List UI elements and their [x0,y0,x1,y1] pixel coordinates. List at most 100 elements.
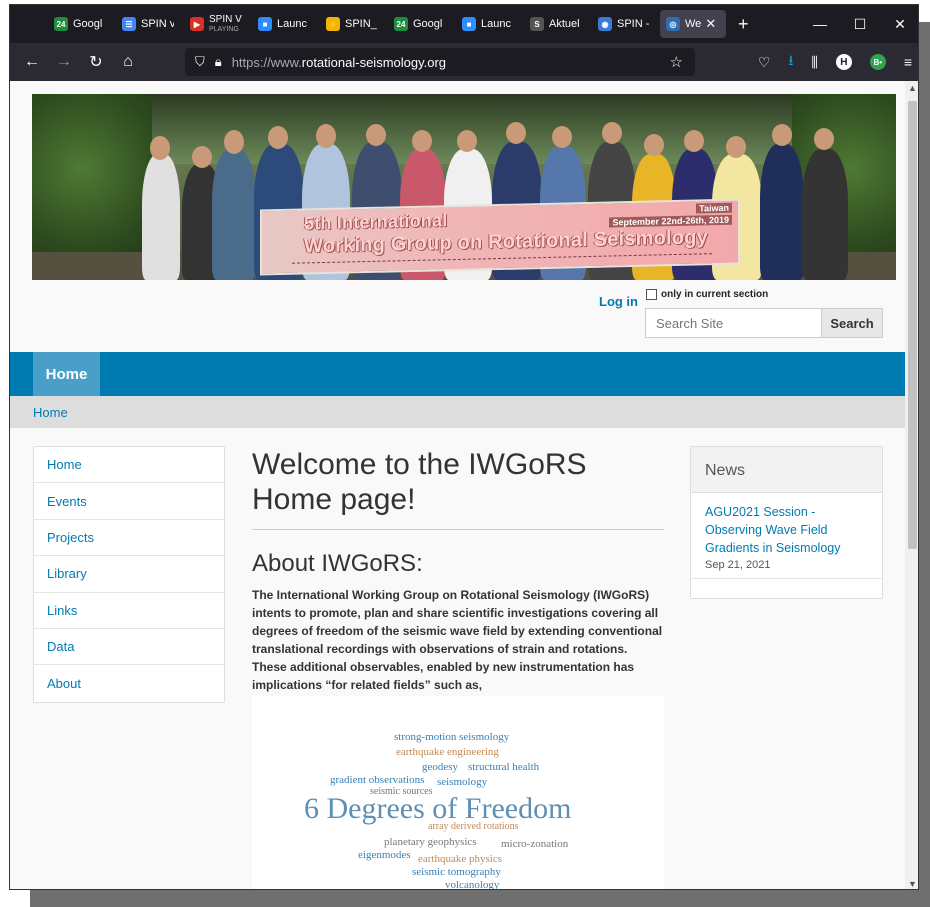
browser-tab[interactable]: 24 Googl [48,10,114,38]
forward-icon[interactable]: → [48,53,80,71]
navigation-toolbar: ← → ↻ ⌂ ⛉ 🔒︎ https://www. rotational-seis… [10,43,918,81]
window-shadow [918,22,930,907]
banner-sign-place: Taiwan [696,202,732,214]
speaker-playing-icon: ▶ [190,17,204,31]
shield-icon[interactable]: ⛉ [195,54,205,70]
only-current-section-label: only in current section [661,289,769,300]
banner-sign-date: September 22nd-26th, 2019 [609,214,732,228]
docs-icon: ☰ [122,17,136,31]
tab-label: SPIN_ [345,18,377,30]
only-current-section-checkbox[interactable] [646,289,657,300]
address-bar[interactable]: ⛉ 🔒︎ https://www. rotational-seismology.o… [185,48,695,76]
search-button[interactable]: Search [821,308,883,338]
breadcrumb: Home [10,396,905,428]
page-scrollbar[interactable]: ▲ ▼ [905,81,918,889]
new-tab-icon[interactable]: + [738,14,749,35]
word-cloud-term: structural health [468,761,540,773]
sidebar-item-home[interactable]: Home [34,447,224,484]
browser-tab[interactable]: 24 Googl [388,10,454,38]
breadcrumb-home[interactable]: Home [33,405,68,420]
extension-b-icon[interactable]: B• [869,54,886,70]
sidebar-item-data[interactable]: Data [34,629,224,666]
tab-strip: 24 Googl ☰ SPIN v ▶ SPIN V PLAYING ■ Launc ⚡ S… [10,5,918,43]
back-icon[interactable]: ← [16,53,48,71]
home-icon[interactable]: ⌂ [112,53,144,71]
tab-label: Aktuel [549,18,580,30]
scrollbar-thumb[interactable] [908,101,917,549]
word-cloud-term: seismology [437,776,488,788]
browser-tab[interactable]: ▶ SPIN V PLAYING [184,10,250,38]
news-item: AGU2021 Session - Observing Wave Field G… [691,493,882,579]
maximize-icon[interactable]: ☐ [840,5,880,43]
tab-label: Googl [413,18,443,30]
bookmark-star-icon[interactable]: ☆ [670,53,683,71]
calendar-icon: 24 [394,17,408,31]
lock-icon[interactable]: 🔒︎ [215,54,222,70]
search-input[interactable] [645,308,822,338]
word-cloud-term: array derived rotations [428,821,519,832]
nav-tab-home[interactable]: Home [33,352,100,396]
news-heading: News [691,447,882,493]
tab-label: SPIN v [141,18,174,30]
browser-tab[interactable]: ■ Launc [456,10,522,38]
sidebar-item-about[interactable]: About [34,665,224,701]
site-icon: ◎ [666,17,680,31]
site-icon: S [530,17,544,31]
word-cloud-term: micro-zonation [501,838,569,850]
window-shadow [30,890,930,907]
banner-sign: 5th International Working Group on Rotat… [260,198,740,276]
word-cloud-term: eigenmodes [358,849,411,861]
download-icon[interactable]: ⭳ [788,50,793,74]
browser-tab[interactable]: ⚡ SPIN_ [320,10,386,38]
news-item-link[interactable]: AGU2021 Session - Observing Wave Field G… [705,503,870,557]
word-cloud-term: earthquake physics [418,853,502,865]
news-item-date: Sep 21, 2021 [705,559,771,571]
word-cloud-term: seismic tomography [412,866,501,878]
scroll-down-icon[interactable]: ▼ [905,879,918,889]
word-cloud-term: strong-motion seismology [394,731,510,743]
word-cloud-term: gradient observations [330,774,425,786]
sidebar-navigation: Home Events Projects Library Links Data … [33,446,225,703]
minimize-icon[interactable]: — [800,5,840,43]
browser-window: 24 Googl ☰ SPIN v ▶ SPIN V PLAYING ■ Launc ⚡ S… [9,4,919,890]
menu-icon[interactable]: ≡ [904,54,912,70]
sidebar-item-projects[interactable]: Projects [34,520,224,557]
close-tab-icon[interactable]: ✕ [705,16,716,32]
main-navigation: Home [10,352,905,396]
close-window-icon[interactable]: ✕ [880,5,918,43]
word-cloud-term: earthquake engineering [396,746,499,758]
banner-sign-line1: 5th International [304,210,448,234]
scroll-up-icon[interactable]: ▲ [905,83,918,93]
toolbar-right: ♡ ⭳ ⫼ H B• ≡ [758,43,912,81]
site-icon: ◉ [598,17,612,31]
tab-label: We [685,18,702,30]
pocket-icon[interactable]: ♡ [758,54,771,71]
browser-tab-active[interactable]: ◎ We ✕ [660,10,726,38]
banner-photo: 5th International Working Group on Rotat… [32,94,896,280]
sidebar-item-links[interactable]: Links [34,593,224,629]
word-cloud-image: strong-motion seismology earthquake engi… [252,696,664,889]
word-cloud-term: geodesy [422,761,459,773]
news-portlet: News AGU2021 Session - Observing Wave Fi… [690,446,883,599]
extension-h-icon[interactable]: H [835,54,852,70]
calendar-icon: 24 [54,17,68,31]
web-page: 5th International Working Group on Rotat… [10,81,905,889]
sidebar-item-events[interactable]: Events [34,483,224,520]
sidebar-item-library[interactable]: Library [34,556,224,593]
browser-tab[interactable]: ☰ SPIN v [116,10,182,38]
tab-label: Launc [277,18,307,30]
tab-label: SPIN - [617,18,650,30]
page-title: Welcome to the IWGoRS Home page! [252,447,664,530]
tab-label: Googl [73,18,103,30]
zoom-icon: ■ [258,17,272,31]
browser-tab[interactable]: ■ Launc [252,10,318,38]
browser-tab[interactable]: S Aktuel [524,10,590,38]
url-domain: rotational-seismology.org [301,54,447,70]
only-current-section-option[interactable]: only in current section [646,289,768,300]
library-icon[interactable]: ⫼ [811,54,817,71]
reload-icon[interactable]: ↻ [80,52,112,72]
login-link[interactable]: Log in [599,294,638,309]
browser-tab[interactable]: ◉ SPIN - [592,10,658,38]
url-prefix: https://www. [231,54,302,70]
section-heading: About IWGoRS: [252,550,423,577]
